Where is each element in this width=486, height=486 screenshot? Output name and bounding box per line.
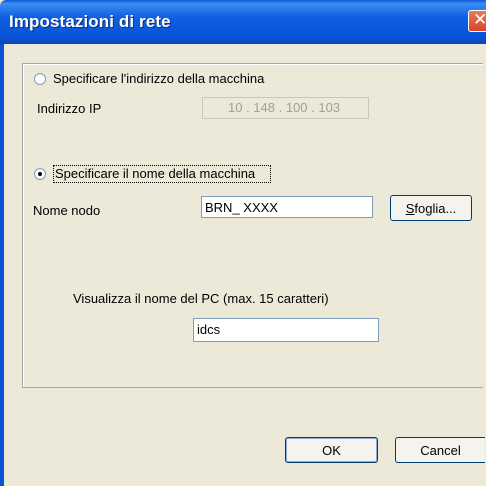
close-button[interactable]: ✕	[468, 10, 486, 32]
address-radio-label[interactable]: Specificare l'indirizzo della macchina	[53, 71, 264, 86]
node-name-label: Nome nodo	[33, 203, 101, 218]
browse-button[interactable]: Sfoglia...	[390, 195, 472, 221]
ip-address-field: 10 . 148 . 100 . 103	[202, 97, 369, 119]
cancel-button[interactable]: Cancel	[395, 437, 485, 463]
node-name-input[interactable]: BRN_ XXXX	[201, 196, 373, 218]
network-settings-dialog: Impostazioni di rete ✕ Specificare l'ind…	[0, 0, 486, 486]
window-frame	[0, 44, 4, 486]
address-radio[interactable]	[34, 73, 46, 85]
ok-button[interactable]: OK	[285, 437, 378, 463]
close-icon: ✕	[473, 10, 486, 30]
title-bar[interactable]: Impostazioni di rete ✕	[0, 0, 486, 44]
name-radio[interactable]	[34, 168, 46, 180]
pc-name-label: Visualizza il nome del PC (max. 15 carat…	[73, 291, 329, 306]
name-radio-label[interactable]: Specificare il nome della macchina	[55, 166, 255, 181]
ip-label: Indirizzo IP	[37, 101, 102, 116]
browse-label: foglia...	[414, 201, 457, 216]
window-title: Impostazioni di rete	[9, 12, 171, 31]
pc-name-input[interactable]: idcs	[193, 318, 379, 342]
